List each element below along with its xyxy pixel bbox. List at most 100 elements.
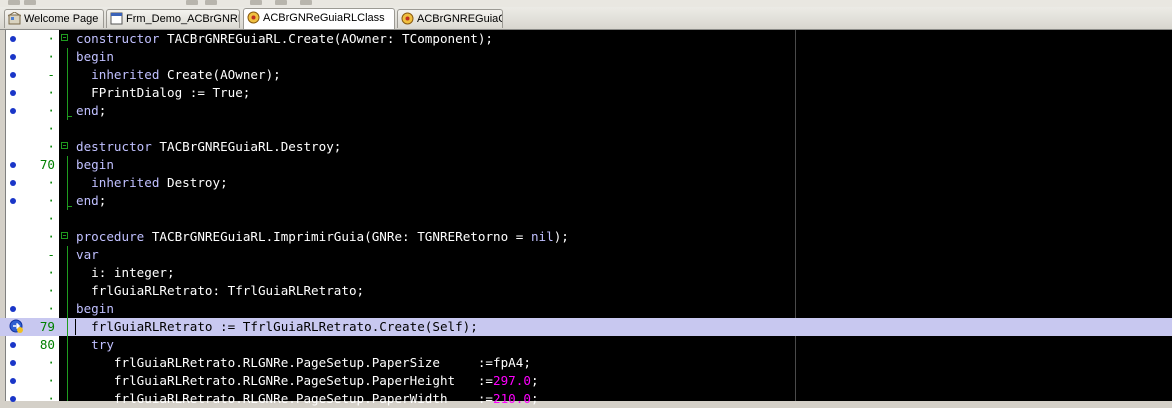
toolbar-button-icon[interactable] — [250, 0, 262, 5]
breakpoint-marker-icon[interactable] — [10, 36, 16, 42]
toolbar-button-icon[interactable] — [186, 0, 198, 5]
breakpoint-marker-icon[interactable] — [10, 306, 16, 312]
code-keyword: begin — [76, 301, 114, 316]
code-line[interactable]: · — [0, 120, 1172, 138]
form-icon — [110, 12, 123, 25]
breakpoint-marker-icon[interactable] — [10, 396, 16, 402]
breakpoint-marker-icon[interactable] — [10, 342, 16, 348]
code-fold-toggle-icon[interactable] — [61, 34, 68, 41]
code-text: begin — [76, 157, 114, 173]
code-line[interactable]: · frlGuiaRLRetrato.RLGNRe.PageSetup.Pape… — [0, 390, 1172, 408]
line-number: - — [47, 247, 55, 262]
code-line[interactable]: · frlGuiaRLRetrato: TfrlGuiaRLRetrato; — [0, 282, 1172, 300]
code-line[interactable]: · constructor TACBrGNREGuiaRL.Create(AOwn… — [0, 30, 1172, 48]
line-number: · — [47, 283, 55, 298]
breakpoint-marker-icon[interactable] — [10, 108, 16, 114]
code-token: frlGuiaRLRetrato: TfrlGuiaRLRetrato; — [76, 283, 365, 298]
tab-acbrgnreguiaclass[interactable]: ACBrGNREGuiaClass — [397, 9, 503, 28]
code-token: ; — [98, 103, 107, 118]
code-line[interactable]: - inherited Create(AOwner); — [0, 66, 1172, 84]
line-number: · — [47, 301, 55, 316]
code-line[interactable]: 80 try — [0, 336, 1172, 354]
code-fold-toggle-icon[interactable] — [61, 142, 68, 149]
tab-welcome-page[interactable]: Welcome Page — [4, 9, 104, 28]
toolbar-button-icon[interactable] — [205, 0, 217, 5]
breakpoint-marker-icon[interactable] — [10, 378, 16, 384]
unit-icon — [401, 12, 414, 25]
code-fold-guide-end — [67, 116, 72, 117]
code-keyword: try — [91, 337, 114, 352]
tab-label: ACBrGNReGuiaRLClass — [263, 12, 385, 24]
code-text: i: integer; — [76, 265, 175, 281]
code-line[interactable]: · frlGuiaRLRetrato.RLGNRe.PageSetup.Pape… — [0, 372, 1172, 390]
text-cursor — [75, 319, 76, 335]
toolbar-button-icon[interactable] — [8, 0, 20, 5]
line-number: 79 — [39, 319, 55, 334]
toolbar-button-icon[interactable] — [275, 0, 287, 5]
code-line[interactable]: · procedure TACBrGNREGuiaRL.ImprimirGuia(… — [0, 228, 1172, 246]
code-text: FPrintDialog := True; — [76, 85, 250, 101]
code-token: ); — [553, 229, 569, 244]
tab-label: Welcome Page — [24, 13, 99, 25]
code-keyword: end — [76, 103, 99, 118]
code-editor[interactable]: · constructor TACBrGNREGuiaRL.Create(AOwn… — [0, 30, 1172, 406]
code-line[interactable]: · — [0, 210, 1172, 228]
code-text: inherited Create(AOwner); — [76, 67, 281, 83]
code-text: var — [76, 247, 99, 263]
breakpoint-marker-icon[interactable] — [10, 72, 16, 78]
line-number: · — [47, 355, 55, 370]
code-token: FPrintDialog := True; — [76, 85, 251, 100]
toolbar-button-icon[interactable] — [300, 0, 312, 5]
code-keyword: inherited — [91, 175, 160, 190]
code-token: TACBrGNREGuiaRL.Create(AOwner: TComponen… — [159, 31, 494, 46]
breakpoint-marker-icon[interactable] — [10, 360, 16, 366]
code-line[interactable]: · frlGuiaRLRetrato.RLGNRe.PageSetup.Pape… — [0, 354, 1172, 372]
code-line[interactable]: · FPrintDialog := True; — [0, 84, 1172, 102]
tab-label: Frm_Demo_ACBrGNRE — [126, 13, 240, 25]
code-line[interactable]: · end; — [0, 192, 1172, 210]
code-fold-guide — [67, 156, 68, 210]
code-line[interactable]: · end; — [0, 102, 1172, 120]
code-line[interactable]: · i: integer; — [0, 264, 1172, 282]
code-token: i: integer; — [76, 265, 175, 280]
toolbar-button-icon[interactable] — [24, 0, 36, 5]
line-number: · — [47, 193, 55, 208]
unit-icon — [247, 11, 260, 24]
code-line[interactable]: · begin — [0, 48, 1172, 66]
code-text: frlGuiaRLRetrato.RLGNRe.PageSetup.PaperW… — [76, 391, 539, 407]
code-text: begin — [76, 49, 114, 65]
code-fold-toggle-icon[interactable] — [61, 232, 68, 239]
breakpoint-marker-icon[interactable] — [10, 180, 16, 186]
breakpoint-marker-icon[interactable] — [10, 54, 16, 60]
line-number: · — [47, 103, 55, 118]
breakpoint-marker-icon[interactable] — [10, 198, 16, 204]
code-token: frlGuiaRLRetrato := TfrlGuiaRLRetrato.Cr… — [76, 319, 478, 334]
breakpoint-marker-icon[interactable] — [10, 162, 16, 168]
code-line[interactable]: · destructor TACBrGNREGuiaRL.Destroy; — [0, 138, 1172, 156]
code-token: Create(AOwner); — [159, 67, 281, 82]
tab-frm-demo[interactable]: Frm_Demo_ACBrGNRE — [106, 9, 240, 28]
code-fold-guide — [67, 246, 68, 401]
code-fold-guide — [67, 48, 68, 120]
editor-tab-bar: Welcome Page Frm_Demo_ACBrGNRE ACBrGNReG… — [0, 7, 1172, 30]
code-keyword: nil — [530, 229, 554, 244]
line-number: · — [47, 373, 55, 388]
code-line[interactable]: - var — [0, 246, 1172, 264]
execution-point-icon — [9, 319, 23, 333]
code-number: 210.0 — [493, 391, 531, 406]
code-text: frlGuiaRLRetrato := TfrlGuiaRLRetrato.Cr… — [76, 319, 478, 335]
code-token: frlGuiaRLRetrato.RLGNRe.PageSetup.PaperS… — [76, 355, 531, 370]
globe-icon — [8, 12, 21, 25]
code-text: frlGuiaRLRetrato: TfrlGuiaRLRetrato; — [76, 283, 364, 299]
breakpoint-marker-icon[interactable] — [10, 90, 16, 96]
code-token: frlGuiaRLRetrato.RLGNRe.PageSetup.PaperW… — [76, 391, 494, 406]
code-text: begin — [76, 301, 114, 317]
line-number: · — [47, 175, 55, 190]
code-line[interactable]: 70 begin — [0, 156, 1172, 174]
code-line[interactable]: · inherited Destroy; — [0, 174, 1172, 192]
code-keyword: end — [76, 193, 99, 208]
current-execution-line[interactable]: 79 frlGuiaRLRetrato := TfrlGuiaRLRetrato… — [0, 318, 1172, 336]
tab-acbrgnreguiarlclass[interactable]: ACBrGNReGuiaRLClass — [243, 8, 395, 29]
line-number: · — [47, 265, 55, 280]
code-line[interactable]: · begin — [0, 300, 1172, 318]
